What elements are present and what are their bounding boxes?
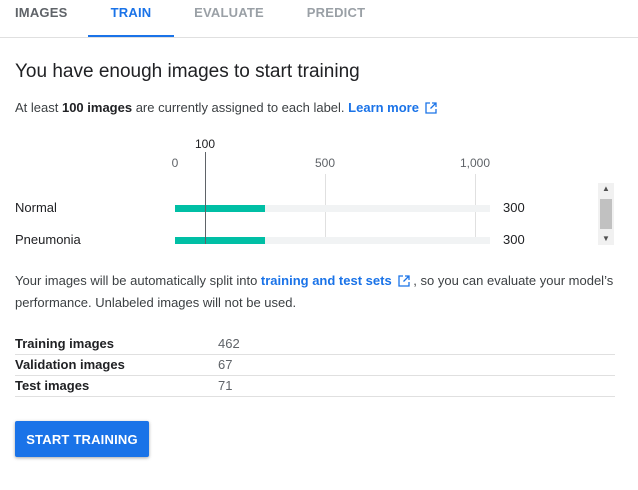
stat-value: 462 [218, 336, 240, 351]
axis-tick-label: 500 [314, 156, 336, 170]
split-text-before: Your images will be automatically split … [15, 273, 261, 288]
bar [175, 237, 265, 244]
axis-tick-label: 0 [171, 156, 179, 170]
learn-more-link[interactable]: Learn more [348, 100, 419, 115]
label-summary: At least 100 images are currently assign… [15, 100, 437, 117]
scroll-down-icon[interactable]: ▼ [598, 233, 614, 245]
axis-tick-label: 1,000 [459, 156, 491, 170]
chart-scrollbar[interactable]: ▲ ▼ [598, 183, 614, 245]
page-title: You have enough images to start training [15, 61, 360, 82]
scrollbar-thumb[interactable] [600, 199, 612, 229]
summary-suffix: are currently assigned to each label. [132, 100, 345, 115]
table-row: Training images 462 [15, 334, 615, 355]
threshold-line [205, 152, 206, 244]
stat-label: Training images [15, 336, 114, 351]
threshold-label: 100 [194, 137, 216, 151]
stat-label: Test images [15, 378, 90, 393]
summary-prefix: At least [15, 100, 62, 115]
training-test-sets-link[interactable]: training and test sets [261, 273, 392, 288]
bar-track [175, 237, 490, 244]
table-row: Test images 71 [15, 376, 615, 397]
stat-value: 71 [218, 378, 233, 393]
label-count-chart: 100 ▲ ▼ 0 500 1,000 Normal 300 Pneumonia 300 [0, 130, 638, 250]
stat-label: Validation images [15, 357, 125, 372]
dataset-split-table: Training images 462 Validation images 67… [15, 334, 615, 397]
split-description: Your images will be automatically split … [15, 271, 615, 313]
summary-count: 100 images [61, 100, 133, 115]
start-training-button[interactable]: START TRAINING [15, 421, 149, 457]
tab-bar: IMAGES TRAIN EVALUATE PREDICT [0, 0, 638, 38]
bar-value-label: 300 [503, 232, 525, 247]
bar [175, 205, 265, 212]
table-row: Validation images 67 [15, 355, 615, 376]
bar-track [175, 205, 490, 212]
stat-value: 67 [218, 357, 233, 372]
tab-evaluate[interactable]: EVALUATE [174, 0, 284, 37]
tab-predict[interactable]: PREDICT [284, 0, 388, 37]
row-label: Normal [15, 200, 57, 215]
row-label: Pneumonia [15, 232, 81, 247]
open-in-new-icon[interactable] [425, 102, 437, 117]
scroll-up-icon[interactable]: ▲ [598, 183, 614, 195]
tab-train[interactable]: TRAIN [88, 0, 174, 37]
tab-images[interactable]: IMAGES [0, 0, 88, 37]
bar-value-label: 300 [503, 200, 525, 215]
open-in-new-icon[interactable] [398, 273, 410, 293]
